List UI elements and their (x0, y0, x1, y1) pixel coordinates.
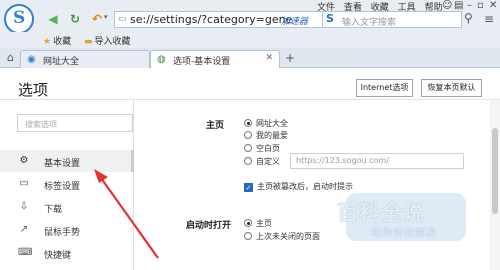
tab-settings[interactable]: ◍ 选项-基本设置 ✕ (150, 50, 280, 68)
tab-bar: ⌂ ◉ 网址大全 ◍ 选项-基本设置 ✕ + (0, 48, 500, 68)
custom-homepage-url-input[interactable]: https://123.sogou.com/ (290, 153, 464, 169)
tab-url-directory[interactable]: ◉ 网址大全 (20, 50, 150, 68)
sidebar-item-label: 基本设置 (44, 159, 81, 169)
option-label: 主页 (256, 219, 272, 228)
custom-url-value: https://123.sogou.com/ (296, 156, 389, 165)
sidebar-item-label: 鼠标手势 (44, 228, 81, 238)
homepage-tamper-notify-checkbox[interactable]: ✓ 主页被篡改后，启动时提示 (244, 181, 353, 192)
tab-label: 选项-基本设置 (173, 57, 231, 67)
homepage-label: 主页 (206, 121, 225, 131)
bookmark-import[interactable]: ▬ 导入收藏 (84, 34, 131, 47)
sidebar-item-label: 下载 (44, 205, 63, 215)
settings-tab-icon: ◍ (157, 54, 166, 65)
homepage-option-custom[interactable]: 自定义 (244, 156, 280, 167)
folder-icon: ▬ (84, 37, 93, 47)
address-text[interactable]: se://settings/?category=gene (130, 13, 292, 26)
menu-more-icon[interactable]: ≡ (484, 12, 494, 26)
sogou-logo-icon[interactable]: S (4, 4, 34, 34)
settings-search-placeholder: 搜索选项 (25, 120, 57, 129)
user-icon[interactable]: ☺ (442, 0, 452, 11)
bookmarks-bar: ★ 收藏 ▬ 导入收藏 (0, 32, 500, 48)
bookmark-favorites[interactable]: ★ 收藏 (43, 34, 71, 47)
bookmark-label: 导入收藏 (94, 37, 131, 47)
radio[interactable] (244, 232, 252, 240)
startup-label: 启动时打开 (186, 221, 232, 231)
mouse-icon: ↗ (19, 224, 29, 235)
sidebar-item-label: 标签设置 (44, 182, 81, 192)
home-icon[interactable]: ⌂ (7, 51, 14, 64)
startup-option-last-session[interactable]: 上次未关闭的页面 (244, 231, 320, 242)
new-tab-icon[interactable]: + (285, 51, 295, 65)
page-title: 选项 (18, 81, 49, 99)
option-label: 我的最爱 (256, 131, 288, 140)
sogou-search-icon: S (326, 12, 334, 25)
download-icon: ⇩ (19, 201, 29, 212)
watermark-title: 百科全说 (337, 201, 425, 225)
undo-dropdown-icon[interactable]: ▾ (104, 13, 108, 21)
sidebar-item-download[interactable]: ⇩ 下载 (0, 196, 134, 218)
radio[interactable] (244, 144, 252, 152)
page-icon: ▭ (118, 14, 127, 24)
checkbox-label: 主页被篡改后，启动时提示 (257, 182, 353, 191)
settings-sidebar: 搜索选项 ⚙ 基本设置 ▭ 标签设置 ⇩ 下载 ↗ 鼠标手势 ⌨ 快捷键 (0, 100, 134, 270)
maximize-icon[interactable]: ▫ (477, 0, 484, 11)
browser-toolbar: S ◀ ↻ ↶ ▾ ▭ se://settings/?category=gene… (0, 0, 500, 34)
search-box[interactable]: S 输入文字搜索 (322, 11, 462, 28)
option-label: 网址大全 (256, 119, 288, 128)
sidebar-item-label: 快捷键 (44, 251, 72, 261)
homepage-option-directory[interactable]: 网址大全 (244, 118, 288, 129)
bookmark-label: 收藏 (53, 37, 72, 47)
sidebar-item-shortcuts[interactable]: ⌨ 快捷键 (0, 242, 134, 264)
reset-defaults-button[interactable]: 恢复本页默认 (421, 79, 482, 97)
homepage-option-favorites[interactable]: 我的最爱 (244, 130, 288, 141)
close-icon[interactable]: ✕ (265, 53, 273, 63)
option-label: 自定义 (256, 157, 280, 166)
settings-search-input[interactable]: 搜索选项 (17, 114, 133, 132)
search-icon[interactable]: ⚲ (464, 11, 473, 25)
sidebar-item-tab-settings[interactable]: ▭ 标签设置 (0, 173, 134, 195)
skin-icon[interactable]: ▤ (454, 0, 463, 11)
sidebar-item-mouse-gestures[interactable]: ↗ 鼠标手势 (0, 219, 134, 241)
gear-icon: ⚙ (19, 155, 29, 166)
option-label: 上次未关闭的页面 (256, 232, 320, 241)
option-label: 空白页 (256, 144, 280, 153)
forward-icon[interactable]: ◀ (44, 11, 62, 27)
scrollbar[interactable] (490, 100, 500, 270)
sidebar-item-basic-settings[interactable]: ⚙ 基本设置 (0, 150, 134, 172)
close-window-icon[interactable]: ✕ (489, 0, 497, 11)
internet-options-button[interactable]: Internet选项 (356, 79, 413, 97)
shortcut-icon: ⌨ (18, 247, 33, 258)
search-placeholder: 输入文字搜索 (342, 18, 397, 28)
radio-selected[interactable] (244, 119, 252, 127)
minimize-icon[interactable]: – (467, 0, 472, 11)
startup-option-homepage[interactable]: 主页 (244, 218, 272, 229)
homepage-option-blank[interactable]: 空白页 (244, 143, 280, 154)
radio[interactable] (244, 157, 252, 165)
checkbox-checked[interactable]: ✓ (244, 183, 253, 192)
globe-icon: ◉ (27, 54, 36, 65)
scrollbar-thumb[interactable] (492, 128, 498, 214)
star-icon: ★ (43, 37, 52, 47)
tab-label: 网址大全 (43, 57, 80, 67)
refresh-icon[interactable]: ↻ (66, 11, 84, 27)
watermark-subtitle: 助你轻松解决 (371, 228, 437, 239)
radio-selected[interactable] (244, 219, 252, 227)
radio[interactable] (244, 131, 252, 139)
tab-icon: ▭ (19, 178, 29, 189)
